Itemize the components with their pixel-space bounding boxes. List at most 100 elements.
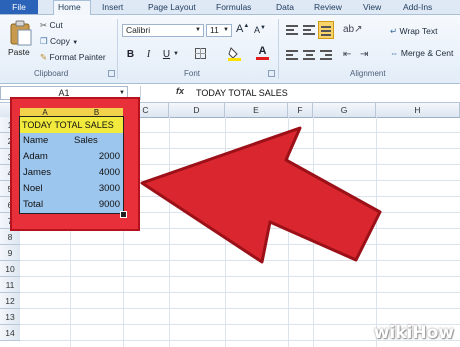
cell-sales[interactable]: 4000 (70, 165, 120, 181)
formula-input[interactable]: TODAY TOTAL SALES (196, 86, 288, 100)
format-painter-button[interactable]: ✎ Format Painter (40, 52, 106, 63)
gridline (20, 276, 460, 277)
copy-label: Copy (50, 36, 70, 46)
fill-color-icon[interactable] (228, 46, 241, 61)
font-size-select[interactable]: 11 ▼ (206, 24, 232, 37)
font-name-value: Calibri (126, 25, 151, 35)
gridline (225, 117, 226, 347)
align-bottom-icon[interactable] (318, 21, 334, 39)
cell-a2-name-header[interactable]: Name (23, 133, 48, 149)
column-header-g[interactable]: G (313, 103, 376, 117)
group-divider (117, 19, 118, 79)
align-left-icon[interactable] (286, 50, 298, 62)
italic-button[interactable]: I (142, 48, 155, 61)
clipboard-paste-icon (10, 20, 32, 46)
row-header-8[interactable]: 8 (0, 229, 20, 245)
alignment-group-label: Alignment (350, 69, 386, 78)
caret-down-icon: ▼ (260, 25, 266, 31)
align-middle-icon[interactable] (303, 24, 315, 36)
wrap-text-button[interactable]: ↵ Wrap Text (390, 26, 437, 37)
copy-button[interactable]: ❐ Copy ▼ (40, 36, 78, 47)
tab-data[interactable]: Data (276, 2, 294, 12)
underline-button[interactable]: U (160, 48, 173, 61)
format-painter-label: Format Painter (49, 52, 106, 62)
tab-add-ins[interactable]: Add-Ins (403, 2, 432, 12)
cell-sales[interactable]: 3000 (70, 181, 120, 197)
tab-file[interactable]: File (0, 0, 38, 14)
font-color-bar (256, 57, 269, 60)
tab-page-layout[interactable]: Page Layout (148, 2, 196, 12)
paste-button[interactable]: Paste (6, 18, 36, 64)
borders-icon[interactable] (194, 48, 207, 61)
gridline (376, 117, 377, 347)
insert-function-button[interactable]: fx (176, 86, 184, 96)
column-header-d[interactable]: D (169, 103, 225, 117)
increase-indent-icon[interactable]: ⇥ (360, 49, 368, 60)
gridline (20, 308, 460, 309)
shrink-font-button[interactable]: A▼ (254, 25, 266, 35)
clipboard-dialog-launcher[interactable] (108, 70, 115, 77)
group-divider (278, 19, 279, 79)
row-header-9[interactable]: 9 (0, 245, 20, 261)
gridline (20, 244, 460, 245)
font-color-icon[interactable]: A (256, 45, 269, 60)
borders-grid-icon (195, 48, 206, 59)
paint-bucket-icon (228, 47, 241, 61)
chevron-down-icon[interactable]: ▼ (72, 40, 78, 46)
column-header-f[interactable]: F (288, 103, 313, 117)
merge-cells-icon: ⇔ (390, 48, 399, 58)
row-header-11[interactable]: 11 (0, 277, 20, 293)
orientation-icon[interactable]: ab↗ (343, 24, 363, 35)
font-size-value: 11 (210, 25, 219, 35)
row-header-14[interactable]: 14 (0, 325, 20, 341)
cut-label: Cut (49, 20, 63, 30)
formula-bar-divider (140, 86, 141, 100)
merge-center-button[interactable]: ⇔ Merge & Cent (390, 48, 453, 58)
clipboard-group-label: Clipboard (34, 69, 69, 78)
align-top-icon[interactable] (286, 24, 298, 36)
paste-label: Paste (8, 47, 30, 57)
paintbrush-icon: ✎ (40, 52, 48, 62)
row-header-13[interactable]: 13 (0, 309, 20, 325)
tab-review[interactable]: Review (314, 2, 342, 12)
font-name-select[interactable]: Calibri ▼ (122, 24, 204, 37)
chevron-down-icon: ▼ (223, 27, 229, 33)
wikihow-watermark: wikiHow (373, 323, 454, 343)
caret-up-icon: ▲ (243, 23, 250, 29)
cell-name[interactable]: Total (23, 197, 43, 213)
decrease-indent-icon[interactable]: ⇤ (343, 49, 351, 60)
cell-name[interactable]: Adam (23, 149, 48, 165)
chevron-down-icon: ▼ (195, 27, 201, 33)
cut-button[interactable]: ✂ Cut (40, 20, 63, 31)
tab-home[interactable]: Home (58, 2, 81, 12)
gridline (20, 260, 460, 261)
gridline (20, 292, 460, 293)
gridline (313, 117, 314, 347)
wrap-text-icon: ↵ (390, 26, 398, 36)
grow-font-button[interactable]: A▲ (236, 23, 249, 35)
gridline (288, 117, 289, 347)
row-header-10[interactable]: 10 (0, 261, 20, 277)
column-header-h[interactable]: H (376, 103, 460, 117)
row-header-12[interactable]: 12 (0, 293, 20, 309)
chevron-down-icon: ▼ (173, 51, 179, 57)
fill-handle[interactable] (120, 211, 127, 218)
underline-dropdown[interactable]: ▼ (173, 51, 179, 57)
cell-name[interactable]: Noel (23, 181, 43, 197)
cell-b2-sales-header[interactable]: Sales (74, 133, 98, 149)
gridline (169, 117, 170, 347)
font-dialog-launcher[interactable] (268, 70, 275, 77)
tab-formulas[interactable]: Formulas (216, 2, 251, 12)
scissors-icon: ✂ (40, 20, 48, 30)
tab-insert[interactable]: Insert (102, 2, 123, 12)
cell-sales[interactable]: 9000 (70, 197, 120, 213)
align-right-icon[interactable] (320, 50, 332, 62)
cell-name[interactable]: James (23, 165, 51, 181)
column-header-e[interactable]: E (225, 103, 288, 117)
cell-sales[interactable]: 2000 (70, 149, 120, 165)
tab-view[interactable]: View (363, 2, 381, 12)
align-center-icon[interactable] (303, 50, 315, 62)
cell-a1-title[interactable]: TODAY TOTAL SALES (22, 117, 114, 133)
bold-button[interactable]: B (124, 48, 137, 61)
wrap-text-label: Wrap Text (399, 26, 438, 36)
